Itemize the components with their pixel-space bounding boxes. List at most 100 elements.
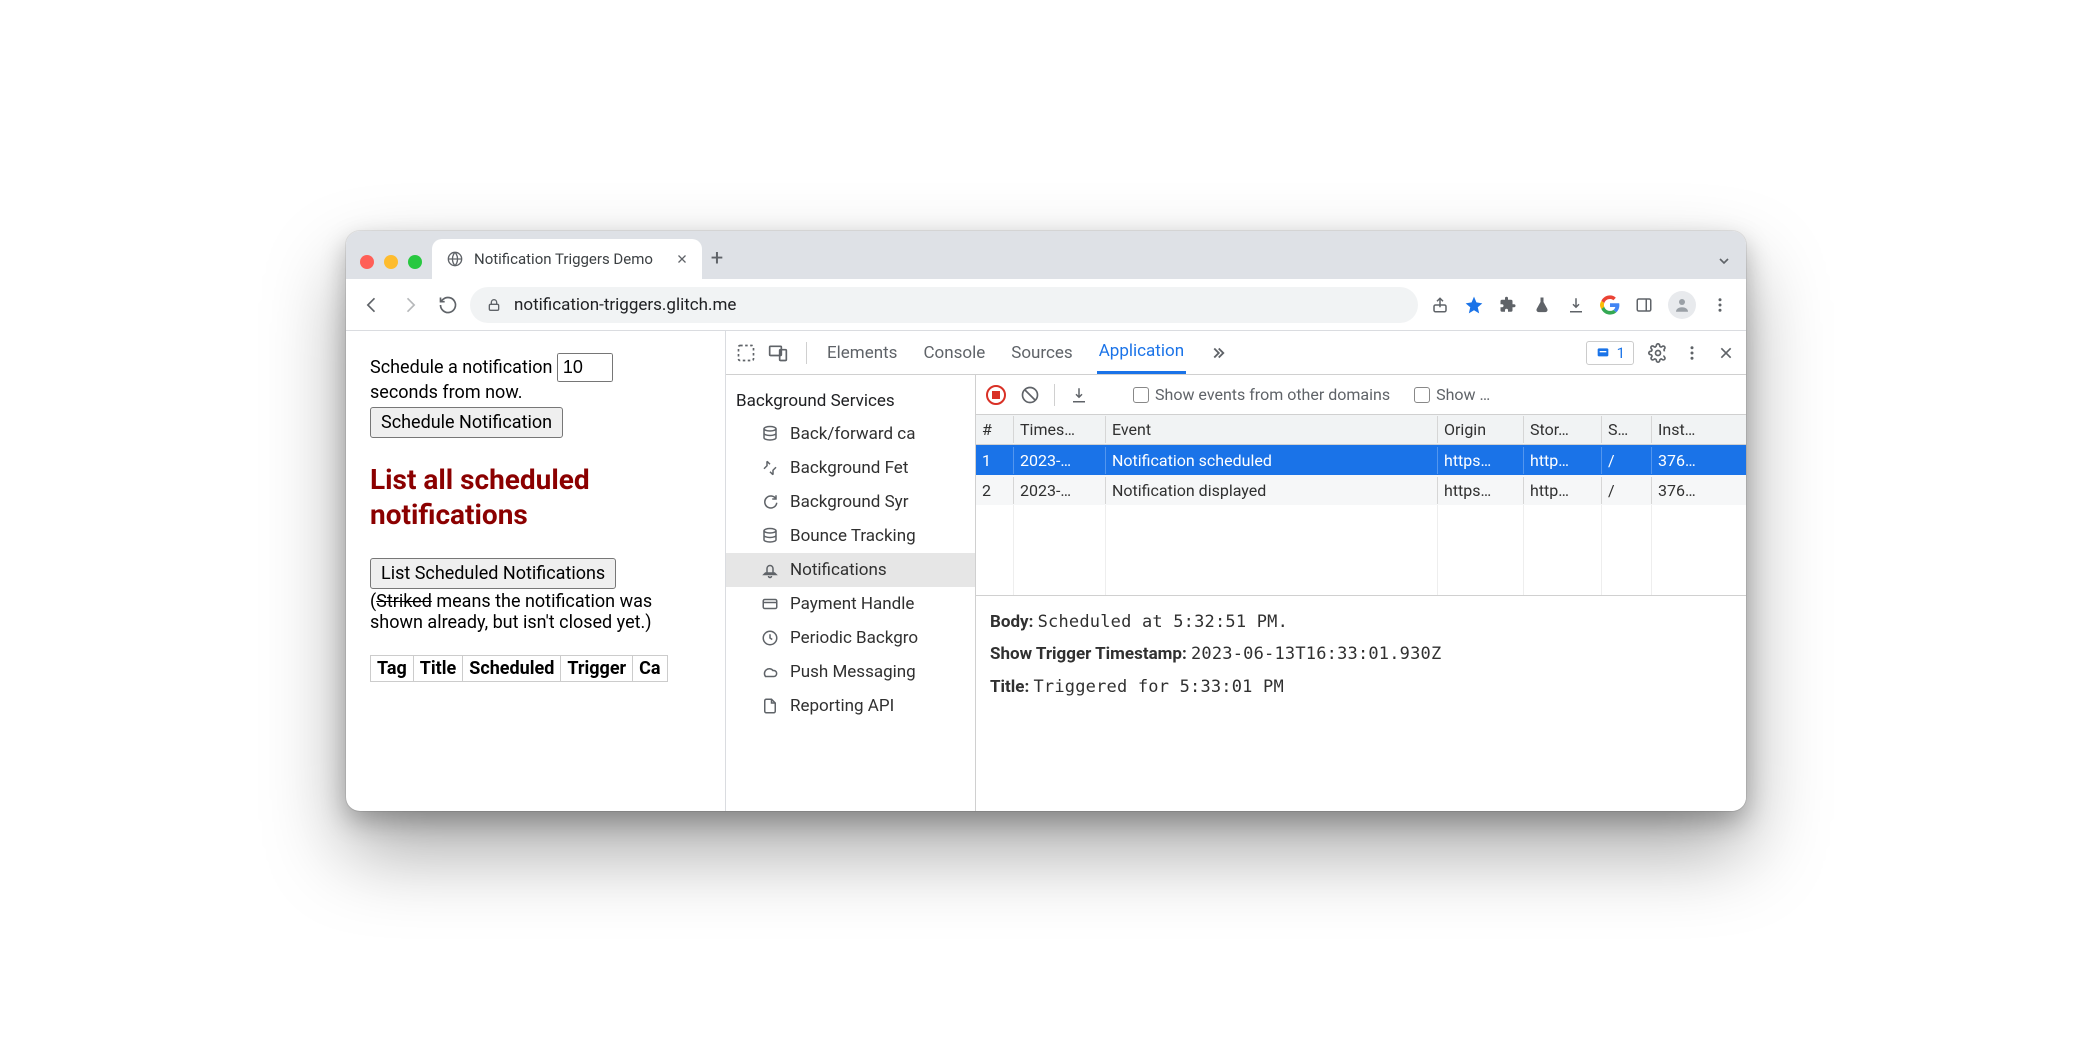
detail-title-value: Triggered for 5:33:01 PM [1033, 677, 1283, 697]
sidebar-item-bg-sync[interactable]: Background Syr [726, 485, 975, 519]
tab-title: Notification Triggers Demo [474, 250, 653, 268]
sidebar-item-label: Push Messaging [790, 662, 916, 682]
sidebar-item-label: Notifications [790, 560, 887, 580]
database-icon [760, 424, 780, 444]
inspect-icon[interactable] [736, 343, 756, 363]
sidebar-item-label: Background Fet [790, 458, 908, 478]
notifications-table: Tag Title Scheduled Trigger Ca [370, 655, 668, 682]
download-icon[interactable] [1069, 385, 1089, 405]
tab-sources[interactable]: Sources [1009, 333, 1074, 373]
sidebar-item-notifications[interactable]: Notifications [726, 553, 975, 587]
clear-icon[interactable] [1020, 385, 1040, 405]
schedule-notification-button[interactable]: Schedule Notification [370, 407, 563, 438]
globe-icon [446, 250, 464, 268]
browser-window: Notification Triggers Demo + notificatio… [346, 231, 1746, 811]
page-heading: List all scheduled notifications [370, 462, 707, 532]
sync-icon [760, 492, 780, 512]
col-timestamp[interactable]: Times… [1014, 416, 1106, 443]
sidepanel-icon[interactable] [1634, 295, 1654, 315]
event-details: Body: Scheduled at 5:32:51 PM. Show Trig… [976, 596, 1746, 713]
grid-row[interactable]: 1 2023-… Notification scheduled https… h… [976, 445, 1746, 475]
tab-application[interactable]: Application [1097, 331, 1186, 374]
col-storage[interactable]: Stor… [1524, 416, 1602, 443]
sidebar-item-label: Bounce Tracking [790, 526, 916, 546]
sidebar-header: Background Services [726, 385, 975, 417]
detail-body-label: Body: [990, 612, 1033, 632]
forward-button[interactable] [394, 289, 426, 321]
opt-other-domains[interactable]: Show events from other domains [1133, 385, 1390, 404]
profile-avatar[interactable] [1668, 291, 1696, 319]
hint-text: (Striked means the notification was show… [370, 591, 707, 633]
labs-icon[interactable] [1532, 295, 1552, 315]
record-button[interactable] [986, 385, 1006, 405]
fetch-icon [760, 458, 780, 478]
col-event[interactable]: Event [1106, 416, 1438, 443]
sidebar-item-reporting[interactable]: Reporting API [726, 689, 975, 723]
close-tab-icon[interactable] [676, 253, 688, 265]
sidebar-item-bfcache[interactable]: Back/forward ca [726, 417, 975, 451]
issues-badge[interactable]: 1 [1586, 341, 1634, 365]
col-index[interactable]: # [976, 416, 1014, 443]
opt-show[interactable]: Show … [1414, 385, 1490, 404]
tab-strip: Notification Triggers Demo + [346, 231, 1746, 279]
new-tab-button[interactable]: + [702, 246, 732, 279]
sidebar-item-payment[interactable]: Payment Handle [726, 587, 975, 621]
devtools: Elements Console Sources Application 1 [726, 331, 1746, 811]
bell-icon [760, 560, 780, 580]
toolbar: notification-triggers.glitch.me [346, 279, 1746, 331]
devtools-sidebar: Background Services Back/forward ca Back… [726, 375, 976, 811]
content-area: Schedule a notification seconds from now… [346, 331, 1746, 811]
downloads-icon[interactable] [1566, 295, 1586, 315]
grid-row[interactable]: 2 2023-… Notification displayed https… h… [976, 475, 1746, 505]
settings-gear-icon[interactable] [1648, 343, 1668, 363]
tab-elements[interactable]: Elements [825, 333, 899, 373]
grid-blank [976, 505, 1746, 595]
database-icon [760, 526, 780, 546]
detail-trigger-label: Show Trigger Timestamp: [990, 644, 1187, 664]
card-icon [760, 594, 780, 614]
issues-icon [1595, 345, 1611, 361]
sidebar-item-bounce[interactable]: Bounce Tracking [726, 519, 975, 553]
sidebar-item-periodic[interactable]: Periodic Backgro [726, 621, 975, 655]
browser-tab[interactable]: Notification Triggers Demo [432, 239, 702, 279]
more-menu-icon[interactable] [1682, 343, 1702, 363]
maximize-window-button[interactable] [408, 255, 422, 269]
tab-console[interactable]: Console [921, 333, 987, 373]
back-button[interactable] [356, 289, 388, 321]
reload-button[interactable] [432, 289, 464, 321]
bookmark-star-icon[interactable] [1464, 295, 1484, 315]
kebab-menu-icon[interactable] [1710, 295, 1730, 315]
sidebar-item-label: Payment Handle [790, 594, 914, 614]
seconds-input[interactable] [557, 353, 613, 382]
extensions-icon[interactable] [1498, 295, 1518, 315]
sidebar-item-label: Periodic Backgro [790, 628, 918, 648]
cloud-icon [760, 662, 780, 682]
devtools-main: Show events from other domains Show … # … [976, 375, 1746, 811]
issues-count: 1 [1617, 344, 1625, 362]
list-notifications-button[interactable]: List Scheduled Notifications [370, 558, 616, 589]
sidebar-item-label: Back/forward ca [790, 424, 915, 444]
checkbox-icon[interactable] [1414, 387, 1430, 403]
table-header-row: Tag Title Scheduled Trigger Ca [371, 656, 668, 682]
col-scheduled: Scheduled [463, 656, 561, 682]
schedule-label-b: seconds from now. [370, 382, 522, 403]
close-window-button[interactable] [360, 255, 374, 269]
col-sw[interactable]: S… [1602, 416, 1652, 443]
device-toggle-icon[interactable] [768, 343, 788, 363]
sidebar-item-bg-fetch[interactable]: Background Fet [726, 451, 975, 485]
more-tabs-icon[interactable] [1208, 343, 1228, 363]
col-origin[interactable]: Origin [1438, 416, 1524, 443]
share-icon[interactable] [1430, 295, 1450, 315]
col-trigger: Trigger [561, 656, 633, 682]
tabs-dropdown-icon[interactable] [1716, 253, 1732, 269]
address-bar[interactable]: notification-triggers.glitch.me [470, 287, 1418, 323]
col-tag: Tag [371, 656, 414, 682]
col-title: Title [413, 656, 463, 682]
panel-toolbar: Show events from other domains Show … [976, 375, 1746, 415]
col-instance[interactable]: Inst… [1652, 416, 1746, 443]
sidebar-item-push[interactable]: Push Messaging [726, 655, 975, 689]
checkbox-icon[interactable] [1133, 387, 1149, 403]
minimize-window-button[interactable] [384, 255, 398, 269]
google-icon[interactable] [1600, 295, 1620, 315]
close-devtools-icon[interactable] [1716, 343, 1736, 363]
